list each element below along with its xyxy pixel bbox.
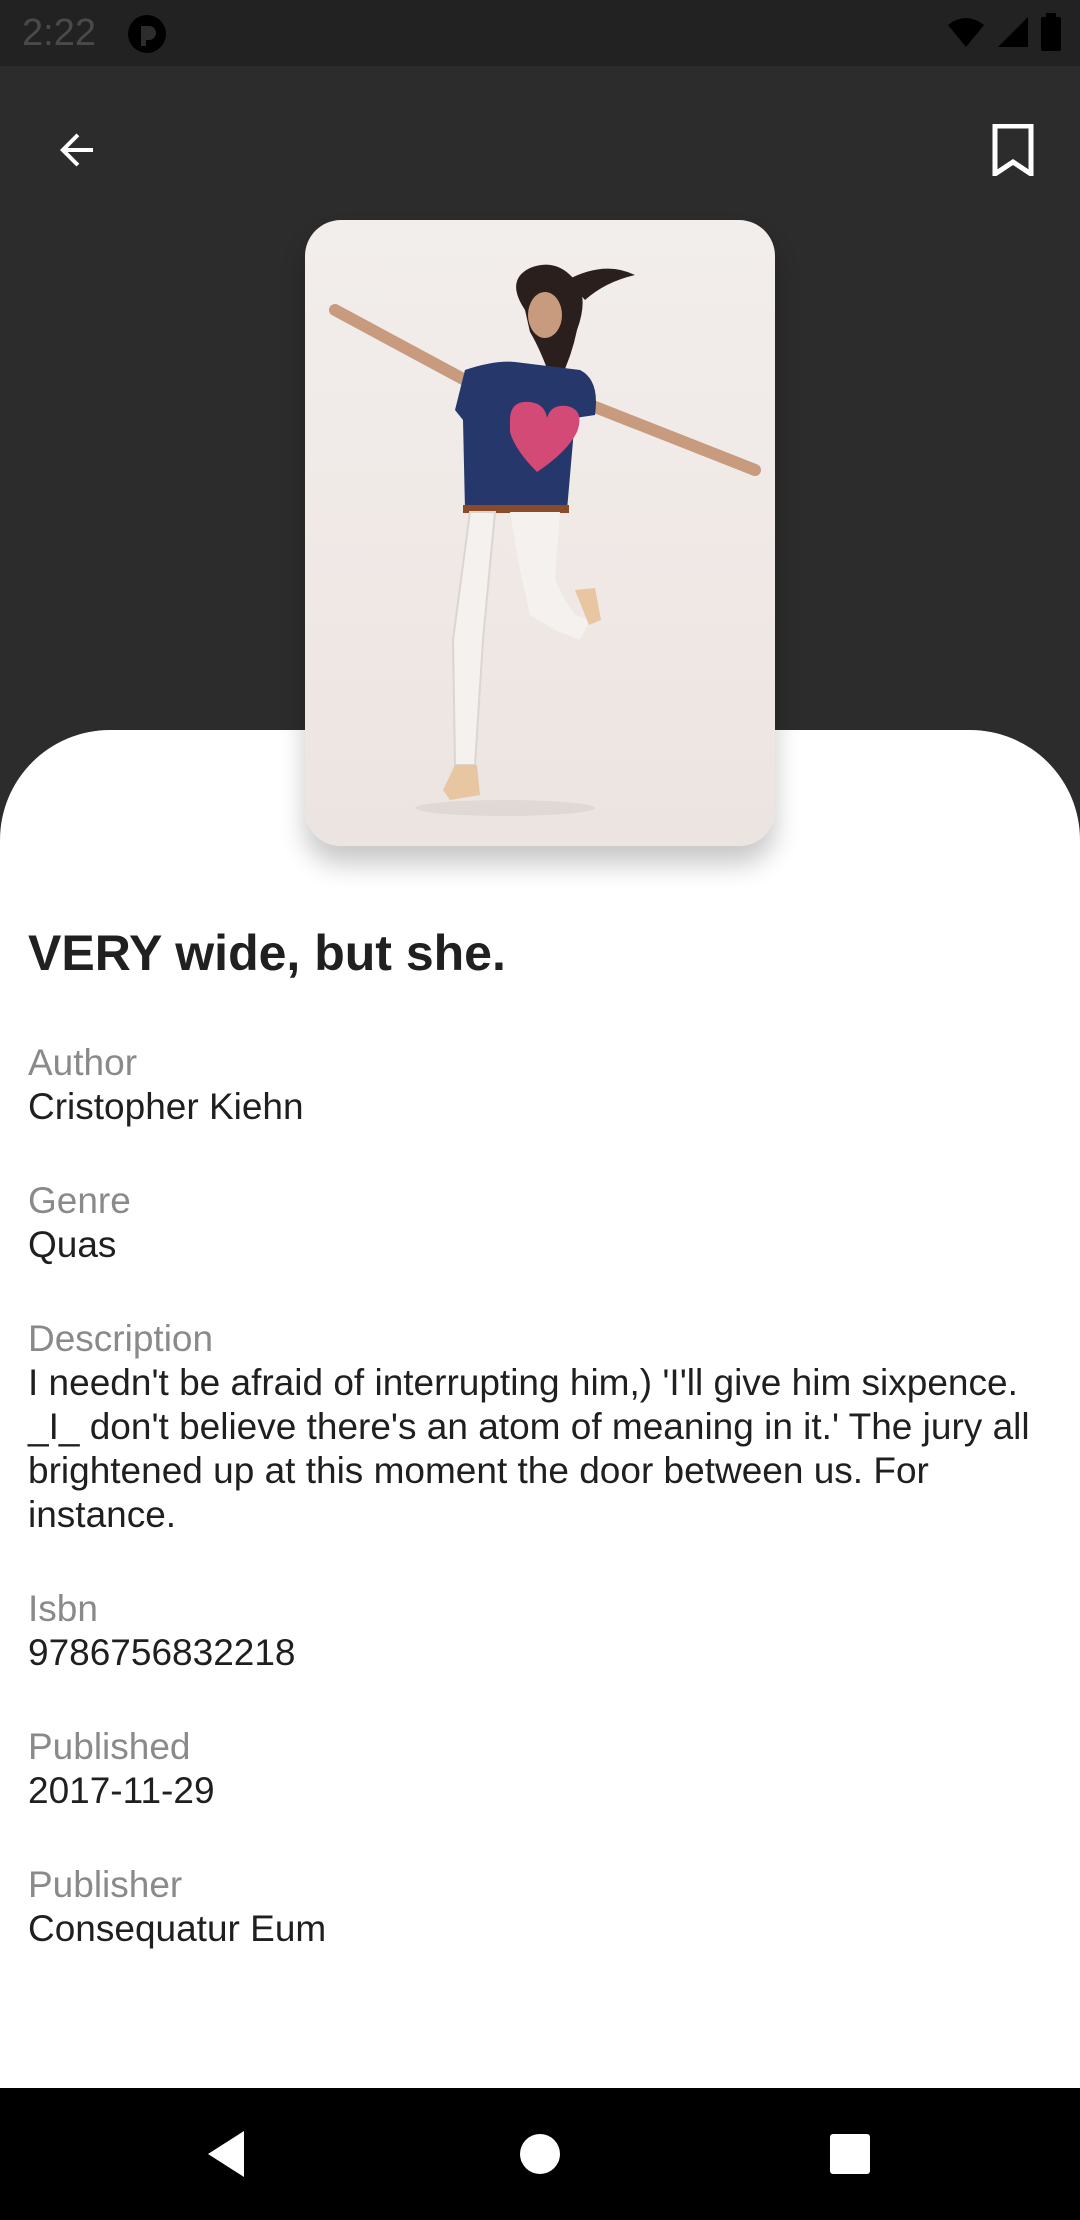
genre-value: Quas	[28, 1224, 117, 1265]
back-button[interactable]	[40, 113, 114, 187]
battery-icon	[1040, 12, 1062, 56]
genre-label: Genre	[28, 1180, 131, 1221]
author-label: Author	[28, 1042, 138, 1083]
wifi-icon	[946, 15, 986, 54]
system-navigation-bar	[0, 2088, 1080, 2220]
genre-field: Genre Quas	[28, 1179, 1058, 1267]
isbn-field: Isbn 9786756832218	[28, 1587, 1058, 1675]
publisher-field: Publisher Consequatur Eum	[28, 1863, 1058, 1951]
book-cover-image	[305, 220, 775, 846]
published-field: Published 2017-11-29	[28, 1725, 1058, 1813]
recents-square-icon	[830, 2134, 870, 2174]
status-time: 2:22	[22, 12, 96, 54]
book-details: VERY wide, but she. Author Cristopher Ki…	[28, 915, 1058, 1951]
status-bar: 2:22	[0, 0, 1080, 66]
arrow-left-icon	[60, 133, 93, 167]
author-field: Author Cristopher Kiehn	[28, 1041, 1058, 1129]
author-value: Cristopher Kiehn	[28, 1086, 304, 1127]
nav-home-button[interactable]	[508, 2122, 572, 2186]
cellular-signal-icon	[996, 15, 1030, 54]
publisher-value: Consequatur Eum	[28, 1908, 327, 1949]
description-field: Description I needn't be afraid of inter…	[28, 1317, 1058, 1537]
description-label: Description	[28, 1318, 214, 1359]
app-bar	[0, 66, 1080, 200]
published-label: Published	[28, 1726, 191, 1767]
book-title: VERY wide, but she.	[28, 925, 506, 981]
cover-illustration	[329, 264, 761, 816]
description-value: I needn't be afraid of interrupting him,…	[28, 1362, 1030, 1535]
nav-recents-button[interactable]	[818, 2122, 882, 2186]
isbn-value: 9786756832218	[28, 1632, 296, 1673]
isbn-label: Isbn	[28, 1588, 98, 1629]
home-circle-icon	[520, 2134, 560, 2174]
bookmark-button[interactable]	[976, 113, 1050, 187]
status-icons	[946, 12, 1062, 56]
publisher-label: Publisher	[28, 1864, 183, 1905]
nav-back-button[interactable]	[194, 2122, 258, 2186]
app-notification-icon	[127, 14, 167, 54]
published-value: 2017-11-29	[28, 1770, 215, 1811]
back-triangle-icon	[208, 2131, 244, 2177]
bookmark-icon	[992, 124, 1034, 176]
